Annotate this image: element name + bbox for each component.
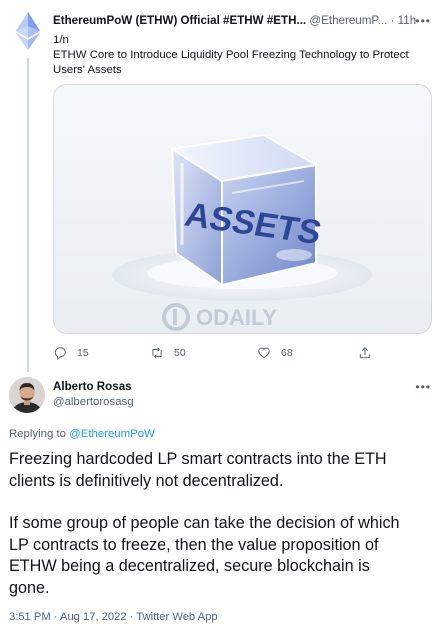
ethereum-logo-icon[interactable] — [16, 12, 40, 50]
author-name[interactable]: Alberto Rosas — [53, 380, 132, 393]
author-handle[interactable]: @albertorosasg — [53, 396, 134, 408]
parent-more-icon[interactable]: ••• — [415, 14, 431, 28]
share-button[interactable] — [358, 344, 372, 362]
reply-count: 15 — [77, 347, 89, 359]
avatar-photo — [9, 377, 45, 413]
retweet-count: 50 — [174, 347, 186, 359]
ice-cube-illustration: ASSETS ODAILY — [54, 85, 431, 333]
tweet-text: Freezing hardcoded LP smart contracts in… — [9, 449, 439, 600]
reply-button[interactable]: 15 — [53, 344, 89, 362]
parent-author-handle[interactable]: @EthereumP... — [309, 14, 387, 27]
parent-tweet-actions: 15 50 68 — [53, 344, 393, 362]
more-icon[interactable]: ••• — [415, 380, 431, 394]
odaily-watermark: ODAILY — [196, 305, 277, 330]
like-count: 68 — [281, 347, 293, 359]
reply-icon — [54, 347, 66, 360]
parent-tweet[interactable]: EthereumPoW (ETHW) Official #ETHW #ETH..… — [0, 0, 443, 372]
replying-to: Replying to @EthereumPoW — [9, 428, 155, 440]
tweet-paragraph: If some group of people can take the dec… — [9, 514, 400, 597]
parent-text-line: 1/n — [53, 34, 69, 46]
parent-text-line: ETHW Core to Introduce Liquidity Pool Fr… — [53, 49, 409, 76]
like-icon — [258, 347, 270, 359]
retweet-icon — [152, 347, 162, 359]
thread-connector-line — [27, 58, 29, 372]
parent-time-ago[interactable]: 11h — [398, 14, 416, 27]
share-icon — [359, 347, 371, 359]
replying-to-link[interactable]: @EthereumPoW — [69, 428, 155, 440]
tweet-timestamp[interactable]: 3:51 PM · Aug 17, 2022 · Twitter Web App — [9, 611, 218, 623]
parent-tweet-text: 1/n ETHW Core to Introduce Liquidity Poo… — [53, 33, 428, 78]
tweet-paragraph: Freezing hardcoded LP smart contracts in… — [9, 450, 387, 490]
like-button[interactable]: 68 — [257, 344, 293, 362]
header-separator: · — [390, 14, 395, 27]
tweet-media-image[interactable]: ASSETS ODAILY — [53, 84, 432, 334]
parent-author-name[interactable]: EthereumPoW (ETHW) Official #ETHW #ETH..… — [53, 14, 306, 27]
retweet-button[interactable]: 50 — [150, 344, 186, 362]
parent-tweet-header: EthereumPoW (ETHW) Official #ETHW #ETH..… — [53, 14, 438, 32]
replying-prefix: Replying to — [9, 428, 66, 440]
avatar[interactable] — [9, 377, 45, 413]
